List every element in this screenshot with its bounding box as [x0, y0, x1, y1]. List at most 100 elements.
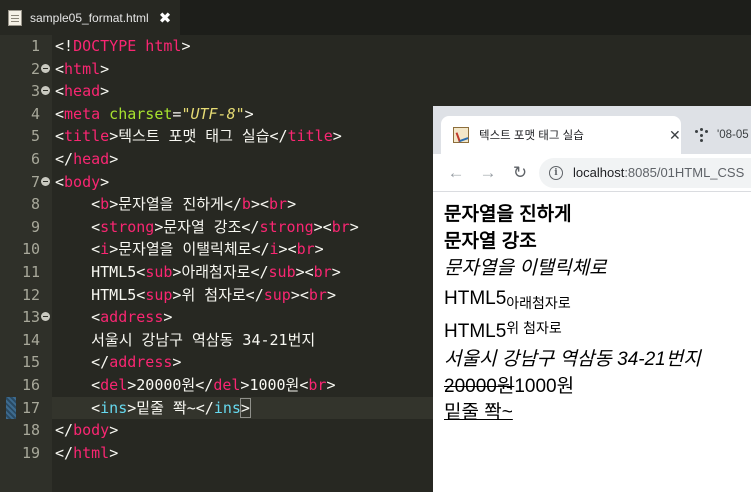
rendered-ins-line: 밑줄 쫙~	[444, 401, 513, 425]
code-token: <	[55, 82, 65, 101]
code-token: HTML5	[91, 263, 137, 281]
sup-base-text: HTML5	[444, 321, 507, 342]
address-bar[interactable]: i localhost:8085/01HTML_CSS	[539, 157, 751, 188]
italic-text: 문자열을 이탤릭체로	[444, 258, 607, 279]
line-number: 5	[30, 127, 40, 146]
code-token: >	[244, 104, 254, 123]
browser-tab-title: 텍스트 포맷 태그 실습	[479, 130, 584, 142]
code-token: >	[172, 353, 182, 372]
code-line-14[interactable]: 서울시 강남구 역삼동 34-21번지	[55, 329, 315, 352]
line-number: 7	[30, 172, 40, 191]
line-number: 19	[21, 443, 40, 462]
code-token: 문자열 강조	[163, 217, 242, 236]
line-number: 9	[30, 217, 40, 236]
code-token: </	[251, 240, 270, 259]
code-line-3[interactable]: <head>	[55, 80, 109, 103]
code-token: body	[73, 421, 110, 440]
code-token: i	[100, 240, 110, 259]
fold-toggle-icon[interactable]	[41, 63, 50, 73]
code-line-12[interactable]: HTML5<sup>위 첨자로</sup><br>	[55, 284, 336, 307]
browser-tab-inactive-title: '08-05	[717, 129, 749, 141]
code-token: >	[127, 398, 137, 417]
code-token: >	[332, 127, 342, 146]
code-line-5[interactable]: <title>텍스트 포맷 태그 실습</title>	[55, 125, 342, 148]
code-line-10[interactable]: <i>문자열을 이탤릭체로</i><br>	[55, 238, 324, 261]
code-token: >	[100, 172, 110, 191]
code-token: html	[64, 59, 101, 78]
close-icon[interactable]: ✖	[159, 9, 172, 27]
code-token: 20000원	[136, 376, 196, 394]
code-token: address	[109, 353, 173, 372]
close-icon[interactable]: ✕	[669, 127, 681, 144]
code-token: br	[313, 263, 332, 281]
line-number: 18	[21, 421, 40, 440]
code-token: DOCTYPE	[73, 37, 137, 55]
code-token: ><	[250, 195, 270, 214]
code-token: </	[91, 353, 110, 372]
code-token: </	[250, 263, 269, 281]
code-line-16[interactable]: <del>20000원</del>1000원<br>	[55, 374, 335, 397]
code-token: >	[109, 443, 119, 462]
code-line-1[interactable]: <!DOCTYPE html>	[55, 35, 190, 58]
code-token: ><	[278, 240, 297, 259]
forward-arrow-icon[interactable]: →	[475, 160, 501, 186]
code-token: <!	[55, 37, 74, 55]
file-icon	[8, 9, 22, 26]
code-token: </	[195, 398, 214, 417]
rendered-italic-line: 문자열을 이탤릭체로	[444, 257, 607, 281]
code-token: </	[55, 421, 74, 440]
code-token: i	[269, 240, 279, 259]
code-line-4[interactable]: <meta charset="UTF-8">	[55, 103, 254, 126]
code-line-7[interactable]: <body>	[55, 171, 109, 194]
code-token: sup	[263, 285, 291, 304]
line-number: 4	[30, 104, 40, 123]
fold-toggle-icon[interactable]	[41, 312, 50, 322]
browser-tab-active[interactable]: 텍스트 포맷 태그 실습 ✕	[441, 116, 681, 154]
bold-text: 문자열을 진하게	[444, 204, 572, 225]
code-line-9[interactable]: <strong>문자열 강조</strong><br>	[55, 216, 359, 239]
code-token: >	[109, 421, 119, 440]
code-token: address	[100, 308, 164, 327]
code-token: br	[308, 376, 327, 394]
fold-toggle-icon[interactable]	[41, 86, 50, 96]
browser-tab-inactive[interactable]: '08-05	[687, 120, 751, 150]
code-token: charset	[100, 104, 173, 123]
code-token: HTML5	[91, 285, 137, 304]
code-token: title	[287, 127, 333, 146]
code-token: <	[55, 104, 65, 123]
back-arrow-icon[interactable]: ←	[443, 160, 469, 186]
code-line-8[interactable]: <b>문자열을 진하게</b><br>	[55, 193, 296, 216]
code-line-17[interactable]: <ins>밑줄 쫙~</ins>	[55, 397, 251, 420]
reload-icon[interactable]: ↻	[507, 160, 533, 186]
code-token: <	[91, 240, 101, 259]
code-token: title	[64, 127, 110, 146]
info-icon[interactable]: i	[549, 165, 563, 180]
code-line-11[interactable]: HTML5<sub>아래첨자로</sub><br>	[55, 261, 341, 284]
code-line-15[interactable]: </address>	[55, 351, 181, 374]
superscript-text: 위 첨자로	[506, 320, 562, 336]
code-token: >	[109, 127, 119, 146]
code-token: <	[55, 172, 65, 191]
code-line-13[interactable]: <address>	[55, 306, 172, 329]
code-line-19[interactable]: </html>	[55, 442, 118, 465]
code-token: >	[349, 217, 359, 236]
code-token: html	[136, 37, 182, 55]
fold-toggle-icon[interactable]	[41, 176, 50, 186]
code-token: sup	[145, 285, 173, 304]
code-token: >	[100, 82, 110, 101]
code-token: 문자열을 이탤릭체로	[118, 240, 252, 259]
code-token: br	[308, 285, 327, 304]
line-number: 12	[21, 285, 40, 304]
code-token: 문자열을 진하게	[118, 195, 224, 214]
code-line-2[interactable]: <html>	[55, 58, 109, 81]
code-line-6[interactable]: </head>	[55, 148, 118, 171]
code-token: >	[109, 195, 119, 214]
editor-tab-sample05[interactable]: sample05_format.html ✖	[0, 0, 180, 35]
code-token: b	[100, 195, 110, 214]
code-line-18[interactable]: </body>	[55, 419, 118, 442]
page-viewport: 문자열을 진하게 문자열 강조 문자열을 이탤릭체로 HTML5아래첨자로 HT…	[433, 193, 751, 492]
